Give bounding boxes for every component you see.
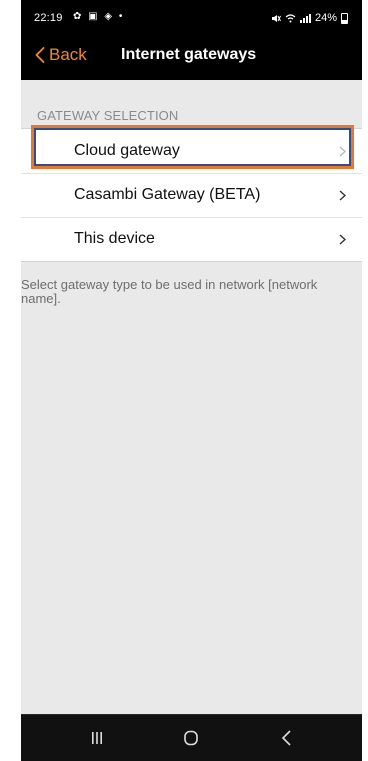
list-item-label: Cloud gateway xyxy=(74,142,180,159)
chevron-left-icon xyxy=(35,47,45,63)
notification-icons: ✿ ▣ ◈ • xyxy=(73,11,125,22)
status-bar: 22:19 ✿ ▣ ◈ • 24% xyxy=(21,0,362,36)
list-item-this-device[interactable]: This device xyxy=(21,217,362,261)
list-item-label: Casambi Gateway (BETA) xyxy=(74,186,261,203)
status-time: 22:19 xyxy=(34,12,63,24)
mute-icon xyxy=(271,14,281,22)
list-item-cloud-gateway[interactable]: Cloud gateway xyxy=(21,129,362,173)
chevron-right-icon xyxy=(339,234,346,245)
android-navigation-bar xyxy=(21,714,362,761)
wifi-icon xyxy=(285,13,296,22)
list-item-label: This device xyxy=(74,230,155,247)
home-icon[interactable] xyxy=(179,726,203,750)
chevron-right-icon xyxy=(339,146,346,157)
signal-icon xyxy=(299,13,311,23)
back-button[interactable]: Back xyxy=(35,45,87,65)
back-label: Back xyxy=(49,45,87,64)
battery-percent: 24% xyxy=(314,12,337,24)
gateway-list: Cloud gateway Casambi Gateway (BETA) Thi… xyxy=(21,128,362,262)
battery-icon xyxy=(341,12,348,24)
page-title: Internet gateways xyxy=(121,46,257,63)
navigation-bar: Back Internet gateways xyxy=(21,36,362,80)
footer-note: Select gateway type to be used in networ… xyxy=(21,277,318,306)
chevron-right-icon xyxy=(339,190,346,201)
phone-screen: 22:19 ✿ ▣ ◈ • 24% Back Internet gateways… xyxy=(21,0,362,761)
status-right: 24% xyxy=(271,12,348,24)
section-header: GATEWAY SELECTION xyxy=(37,108,179,123)
recents-icon[interactable] xyxy=(85,726,109,750)
back-icon[interactable] xyxy=(275,726,299,750)
list-item-casambi-gateway[interactable]: Casambi Gateway (BETA) xyxy=(21,173,362,217)
